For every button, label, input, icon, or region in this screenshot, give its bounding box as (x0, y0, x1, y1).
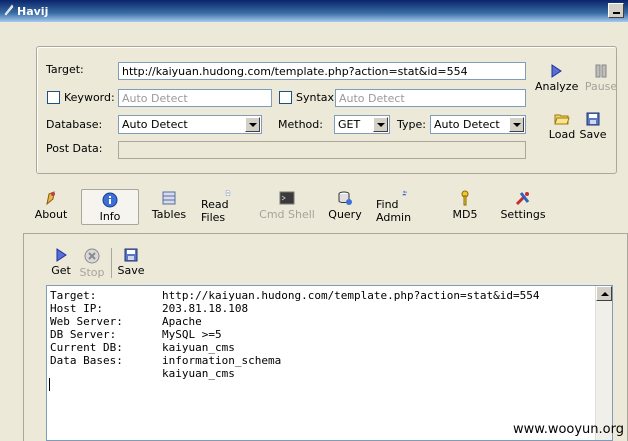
info-output-textarea[interactable]: Target: http://kaiyuan.hudong.com/templat… (46, 285, 613, 441)
settings-icon (515, 192, 530, 206)
floppy-disk-icon (124, 248, 138, 262)
get-label: Get (51, 264, 71, 277)
syntax-input[interactable]: Auto Detect (335, 89, 526, 107)
toolbar-settings-label: Settings (500, 208, 546, 221)
about-icon (46, 191, 55, 206)
info-save-button[interactable]: Save (116, 248, 146, 277)
chevron-down-icon (509, 117, 524, 132)
tables-icon (162, 191, 176, 205)
folder-open-icon (554, 114, 570, 125)
toolbar-about[interactable]: About (33, 190, 69, 224)
stop-icon (84, 248, 100, 264)
chevron-down-icon (245, 117, 260, 132)
play-icon (56, 248, 67, 262)
find-admin-icon (402, 190, 408, 196)
postdata-input[interactable] (118, 141, 526, 159)
toolbar-md5-label: MD5 (452, 208, 478, 221)
query-icon (338, 191, 352, 205)
type-value: Auto Detect (434, 118, 500, 131)
postdata-label: Post Data: (46, 142, 103, 155)
toolbar-query-label: Query (328, 208, 362, 221)
type-select[interactable]: Auto Detect (430, 115, 526, 134)
get-button[interactable]: Get (49, 248, 73, 277)
info-value: kaiyuan_cms (162, 341, 235, 354)
pause-button[interactable]: Pause (584, 64, 618, 93)
toolbar-read-files-label: Read Files (201, 198, 229, 224)
toolbar-settings[interactable]: Settings (500, 190, 546, 224)
cmd-shell-icon (279, 191, 295, 205)
toolbar-tables[interactable]: Tables (151, 190, 187, 224)
keyword-checkbox[interactable] (47, 91, 60, 104)
pause-icon (595, 64, 607, 78)
database-select[interactable]: Auto Detect (118, 115, 262, 134)
keyword-label: Keyword: (64, 91, 115, 104)
database-label: Database: (46, 118, 103, 131)
load-label: Load (548, 128, 576, 141)
info-key: Host IP: (50, 302, 103, 315)
info-value: 203.81.18.108 (162, 302, 249, 315)
toolbar-divider (111, 248, 112, 278)
info-key: Current DB: (50, 341, 123, 354)
type-label: Type: (397, 118, 426, 131)
md5-key-icon (461, 190, 469, 206)
target-label: Target: (46, 63, 84, 76)
method-label: Method: (278, 118, 323, 131)
method-select[interactable]: GET (334, 115, 390, 134)
toolbar-tables-label: Tables (151, 208, 187, 221)
window-title: Havij (17, 5, 49, 18)
chevron-down-icon (373, 117, 388, 132)
info-key: Web Server: (50, 315, 123, 328)
play-icon (551, 64, 562, 78)
toolbar-cmd-shell[interactable]: Cmd Shell (259, 190, 315, 224)
syntax-label: Syntax: (296, 91, 338, 104)
scroll-up-icon[interactable] (596, 286, 612, 301)
toolbar-query[interactable]: Query (327, 190, 363, 224)
toolbar-info-label: Info (99, 210, 121, 223)
info-value: http://kaiyuan.hudong.com/template.php?a… (162, 289, 540, 302)
toolbar-find-admin[interactable]: Find Admin (376, 190, 434, 224)
text-caret (49, 378, 50, 391)
watermark: www.wooyun.org (512, 422, 624, 437)
info-key: DB Server: (50, 328, 117, 341)
read-files-icon (225, 190, 231, 196)
feather-icon (4, 4, 14, 16)
toolbar-md5[interactable]: MD5 (449, 190, 481, 224)
method-value: GET (338, 118, 361, 131)
info-key: Data Bases: (50, 354, 123, 367)
info-value: Apache (162, 315, 202, 328)
load-button[interactable]: Load (546, 112, 578, 141)
target-input[interactable]: http://kaiyuan.hudong.com/template.php?a… (118, 62, 526, 80)
floppy-disk-icon (586, 112, 600, 126)
minimize-button[interactable] (608, 3, 624, 18)
pause-label: Pause (584, 80, 618, 93)
stop-label: Stop (79, 266, 105, 279)
toolbar-info[interactable]: Info (81, 189, 139, 225)
info-value: information_schema (162, 354, 282, 367)
save-label: Save (579, 128, 607, 141)
info-value: kaiyuan_cms (162, 367, 235, 380)
toolbar-about-label: About (34, 208, 68, 221)
info-key: Target: (50, 289, 97, 302)
database-value: Auto Detect (122, 118, 188, 131)
save-button[interactable]: Save (578, 112, 608, 141)
vertical-scrollbar[interactable] (595, 286, 612, 440)
toolbar-cmd-shell-label: Cmd Shell (259, 208, 315, 221)
analyze-label: Analyze (535, 80, 579, 93)
title-bar: Havij (0, 0, 628, 22)
keyword-input[interactable]: Auto Detect (118, 89, 272, 107)
analyze-button[interactable]: Analyze (535, 64, 579, 93)
info-icon (102, 192, 118, 208)
toolbar-find-admin-label: Find Admin (376, 198, 412, 224)
syntax-checkbox[interactable] (279, 91, 292, 104)
stop-button[interactable]: Stop (78, 248, 106, 279)
toolbar-read-files[interactable]: Read Files (201, 190, 255, 224)
info-save-label: Save (117, 264, 145, 277)
info-value: MySQL >=5 (162, 328, 222, 341)
